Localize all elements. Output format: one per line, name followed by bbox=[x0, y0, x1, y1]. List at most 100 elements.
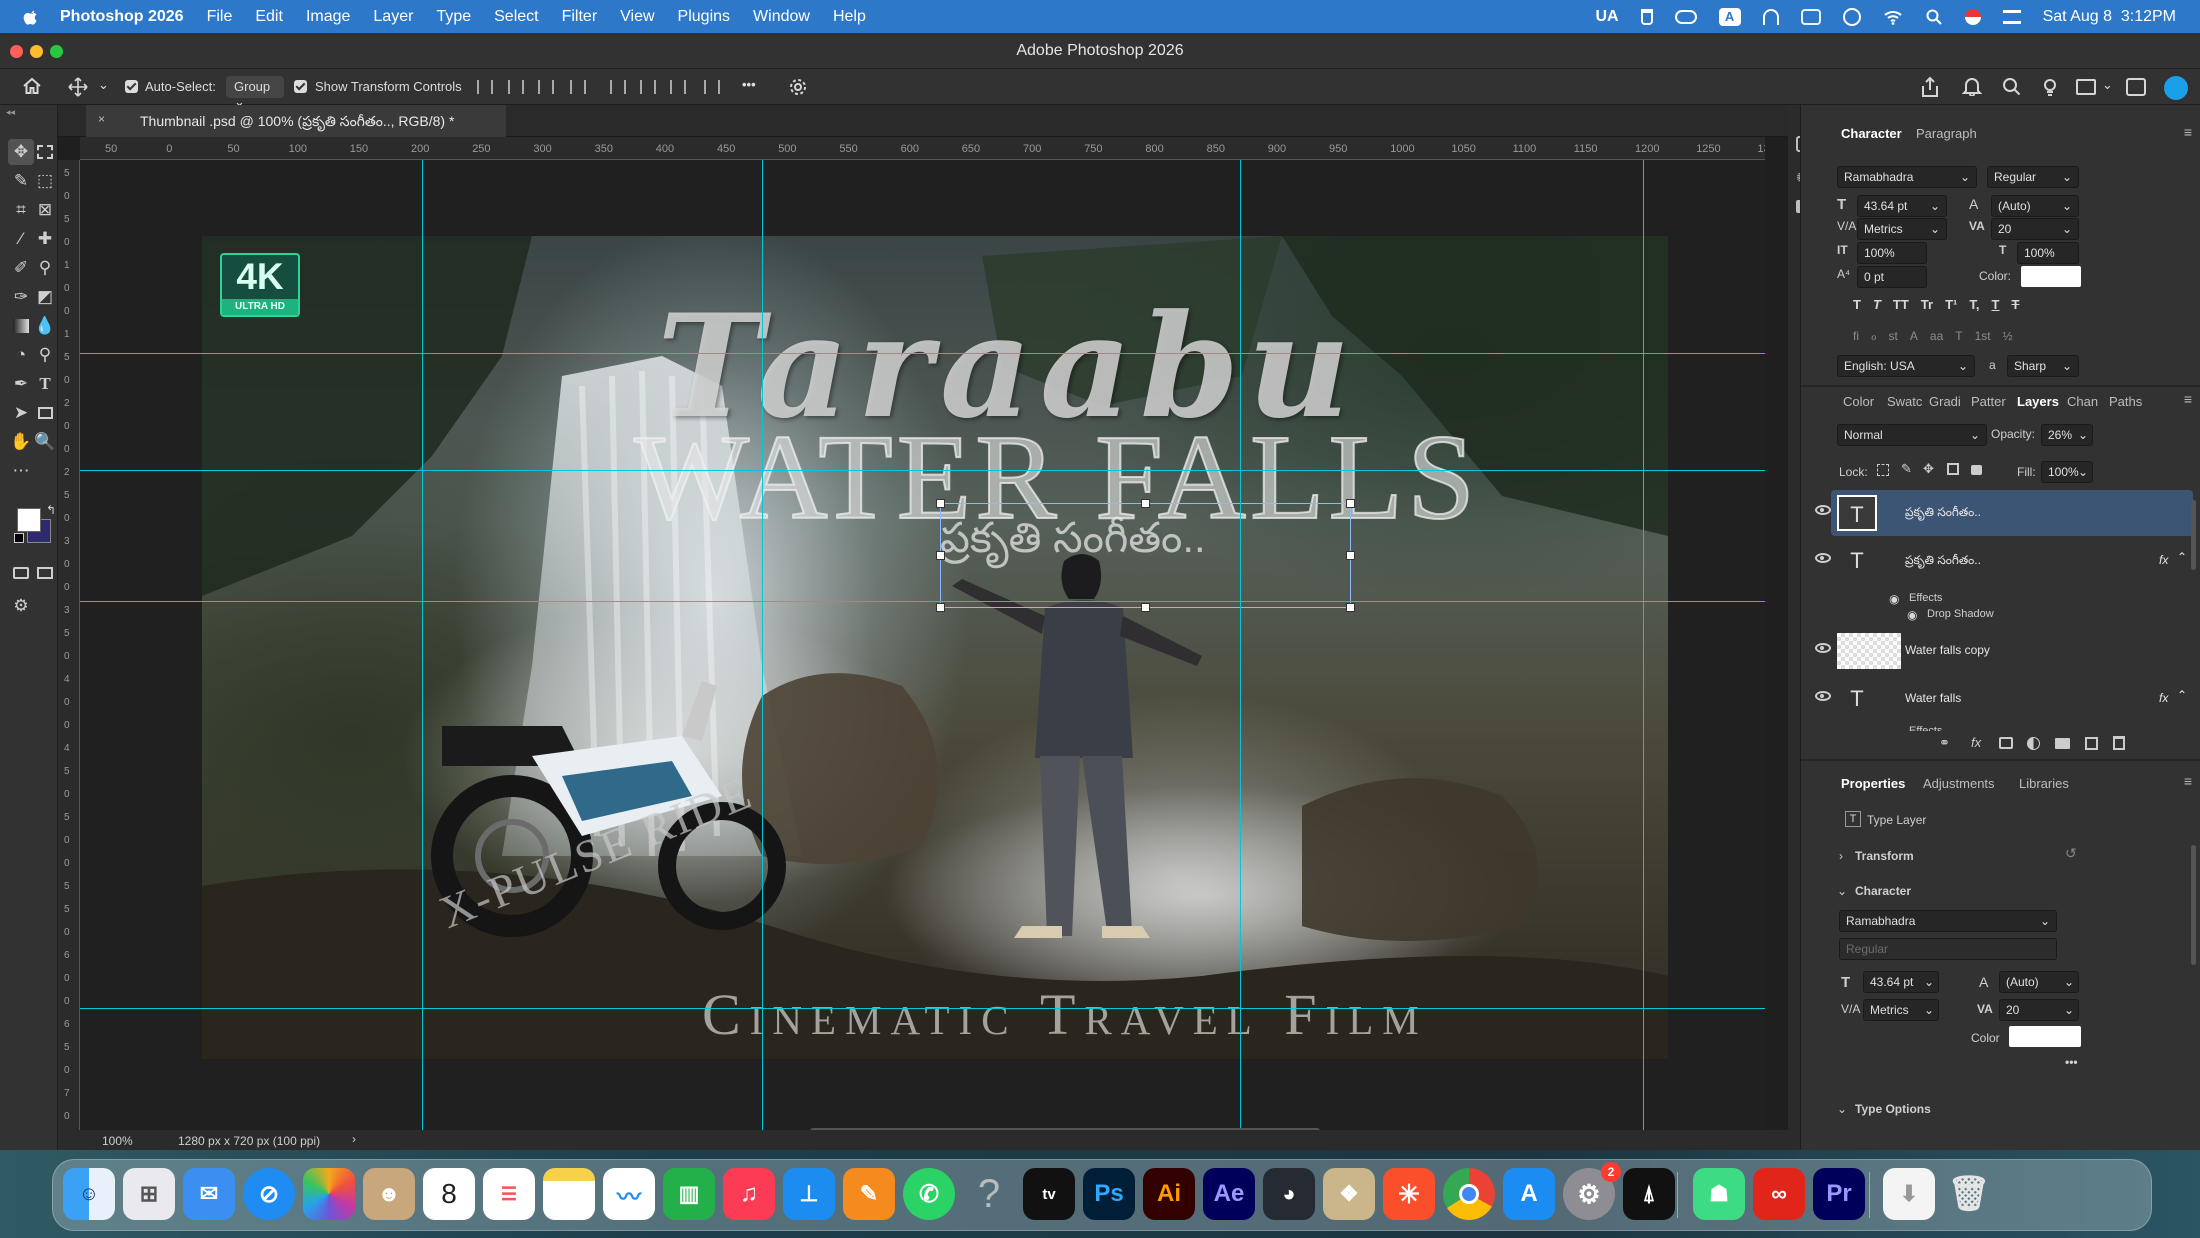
history-brush-tool[interactable]: ✑ bbox=[8, 284, 34, 310]
menu-file[interactable]: File bbox=[207, 8, 233, 26]
strikethrough-button[interactable]: T bbox=[2011, 297, 2019, 312]
align-left-icon[interactable] bbox=[477, 80, 493, 94]
align-right-icon[interactable] bbox=[538, 80, 554, 94]
link-layers-icon[interactable]: ⚭ bbox=[1939, 735, 1950, 751]
dock-trash[interactable]: 🗑 bbox=[1943, 1168, 1995, 1220]
tab-patterns[interactable]: Patter bbox=[1971, 394, 2006, 409]
ordinals-button[interactable]: 1st bbox=[1975, 329, 1991, 343]
dock-notes[interactable] bbox=[543, 1168, 595, 1220]
dock-app-store[interactable]: A bbox=[1503, 1168, 1555, 1220]
type-options-label[interactable]: Type Options bbox=[1855, 1102, 1931, 1116]
type-tool[interactable]: T bbox=[32, 371, 58, 397]
auto-select-dropdown[interactable]: Group ⌄ bbox=[226, 76, 284, 109]
dock-photoshop[interactable]: Ps bbox=[1083, 1168, 1135, 1220]
document-tab[interactable]: × Thumbnail .psd @ 100% (ప్రకృతి సంగీతం.… bbox=[86, 105, 506, 137]
share-icon[interactable] bbox=[1920, 76, 1940, 98]
lock-pixels-icon[interactable]: ✎ bbox=[1901, 461, 1912, 477]
layer-row[interactable]: Water falls copy bbox=[1815, 628, 2193, 674]
hand-tool[interactable]: ✋ bbox=[8, 429, 34, 455]
dock-after-effects[interactable]: Ae bbox=[1203, 1168, 1255, 1220]
dock-davinci-resolve[interactable]: ◕ bbox=[1263, 1168, 1315, 1220]
dock-help[interactable]: ? bbox=[963, 1168, 1015, 1220]
small-caps-button[interactable]: Tr bbox=[1921, 297, 1933, 312]
layer-row[interactable]: T ప్రకృతి సంగీతం.. bbox=[1815, 490, 2193, 536]
visibility-eye-icon[interactable] bbox=[1815, 691, 1831, 701]
layer-row[interactable]: T Water falls fx ⌃ bbox=[1815, 676, 2193, 722]
new-group-icon[interactable] bbox=[2055, 738, 2070, 749]
blend-mode-dropdown[interactable]: Normal ⌄ bbox=[1837, 424, 1987, 446]
add-style-icon[interactable]: fx bbox=[1971, 735, 1981, 750]
tab-properties[interactable]: Properties bbox=[1841, 776, 1905, 791]
dock-chrome[interactable] bbox=[1443, 1168, 1495, 1220]
show-transform-controls-checkbox[interactable] bbox=[294, 80, 307, 93]
frame-tool[interactable]: ⊠ bbox=[32, 197, 58, 223]
apple-icon[interactable] bbox=[22, 8, 40, 26]
dock-reminders[interactable]: ☰ bbox=[483, 1168, 535, 1220]
quick-selection-tool[interactable]: ✎ bbox=[8, 168, 34, 194]
menu-window[interactable]: Window bbox=[753, 8, 810, 26]
fx-icon[interactable]: fx bbox=[2159, 691, 2168, 705]
dock-music[interactable]: ♫ bbox=[723, 1168, 775, 1220]
ligatures-button[interactable]: fi bbox=[1853, 329, 1859, 343]
cup-icon[interactable] bbox=[1640, 8, 1653, 25]
visibility-eye-icon[interactable] bbox=[1815, 553, 1831, 563]
dock-pages[interactable]: ✎ bbox=[843, 1168, 895, 1220]
crop-tool[interactable]: ⌗ bbox=[8, 197, 34, 223]
menu-filter[interactable]: Filter bbox=[562, 8, 598, 26]
tab-adjustments[interactable]: Adjustments bbox=[1923, 776, 1995, 791]
properties-scrollbar[interactable] bbox=[2191, 845, 2196, 965]
antialias-dropdown[interactable]: Sharp ⌄ bbox=[2007, 355, 2079, 377]
flag-icon[interactable] bbox=[1964, 8, 1981, 25]
menu-edit[interactable]: Edit bbox=[255, 8, 283, 26]
text-color-swatch[interactable] bbox=[2021, 266, 2081, 287]
dock-freeform[interactable]: 〰 bbox=[603, 1168, 655, 1220]
quick-mask-icon[interactable] bbox=[8, 560, 34, 586]
align-center-icon[interactable] bbox=[508, 80, 524, 94]
adjustment-layer-icon[interactable] bbox=[2027, 737, 2040, 750]
dock-calendar[interactable]: 8 bbox=[423, 1168, 475, 1220]
menu-layer[interactable]: Layer bbox=[373, 8, 413, 26]
dock-preview[interactable]: ❖ bbox=[1323, 1168, 1375, 1220]
add-mask-icon[interactable] bbox=[1999, 737, 2013, 749]
properties-font-family-dropdown[interactable]: Ramabhadra ⌄ bbox=[1839, 910, 2057, 932]
guide-horizontal[interactable] bbox=[80, 1008, 1765, 1009]
font-size-field[interactable]: 43.64 pt ⌄ bbox=[1857, 195, 1947, 217]
superscript-button[interactable]: T¹ bbox=[1945, 297, 1957, 312]
tab-channels[interactable]: Chan bbox=[2067, 394, 2098, 409]
tab-swatches[interactable]: Swatc bbox=[1887, 394, 1922, 409]
guide-vertical[interactable] bbox=[762, 160, 763, 1135]
menu-type[interactable]: Type bbox=[436, 8, 471, 26]
healing-brush-tool[interactable]: ✚ bbox=[32, 226, 58, 252]
character-section-toggle[interactable]: ⌄ bbox=[1837, 884, 1847, 898]
character-section-label[interactable]: Character bbox=[1855, 884, 1911, 898]
bell-icon[interactable] bbox=[1962, 76, 1982, 96]
font-style-dropdown[interactable]: Regular ⌄ bbox=[1987, 166, 2079, 188]
dock-safari[interactable]: ⊘ bbox=[243, 1168, 295, 1220]
align-middle-icon[interactable] bbox=[640, 80, 656, 94]
layers-scrollbar[interactable] bbox=[2191, 500, 2196, 570]
dock-downloads[interactable]: ⬇ bbox=[1883, 1168, 1935, 1220]
tab-gradients[interactable]: Gradi bbox=[1929, 394, 1961, 409]
dock-mail[interactable]: ✉ bbox=[183, 1168, 235, 1220]
toolbox-collapse-icon[interactable]: ◂◂ bbox=[6, 107, 15, 118]
distribute-vertical-icon[interactable] bbox=[704, 80, 720, 94]
eraser-tool[interactable]: ◩ bbox=[32, 284, 58, 310]
tracking-field[interactable]: 20 ⌄ bbox=[1991, 218, 2079, 240]
properties-color-swatch[interactable] bbox=[2009, 1026, 2081, 1047]
menu-image[interactable]: Image bbox=[306, 8, 350, 26]
visibility-eye-icon[interactable] bbox=[1815, 643, 1831, 653]
titling-button[interactable]: T bbox=[1955, 329, 1962, 343]
properties-font-size-field[interactable]: 43.64 pt ⌄ bbox=[1863, 971, 1939, 993]
transform-handle[interactable] bbox=[1346, 603, 1355, 612]
fx-icon[interactable]: fx bbox=[2159, 553, 2168, 567]
transform-handle[interactable] bbox=[936, 603, 945, 612]
rectangle-tool[interactable] bbox=[32, 400, 58, 426]
menu-plugins[interactable]: Plugins bbox=[678, 8, 730, 26]
lock-position-icon[interactable]: ✥ bbox=[1923, 461, 1934, 477]
font-family-dropdown[interactable]: Ramabhadra ⌄ bbox=[1837, 166, 1977, 188]
effects-eye-icon[interactable]: ◉ bbox=[1889, 592, 1899, 606]
type-options-toggle[interactable]: ⌄ bbox=[1837, 1102, 1847, 1116]
workspace-icon[interactable] bbox=[2076, 79, 2096, 95]
discover-light-icon[interactable] bbox=[2040, 76, 2060, 98]
generative-icon[interactable]: ⚙ bbox=[8, 593, 34, 619]
